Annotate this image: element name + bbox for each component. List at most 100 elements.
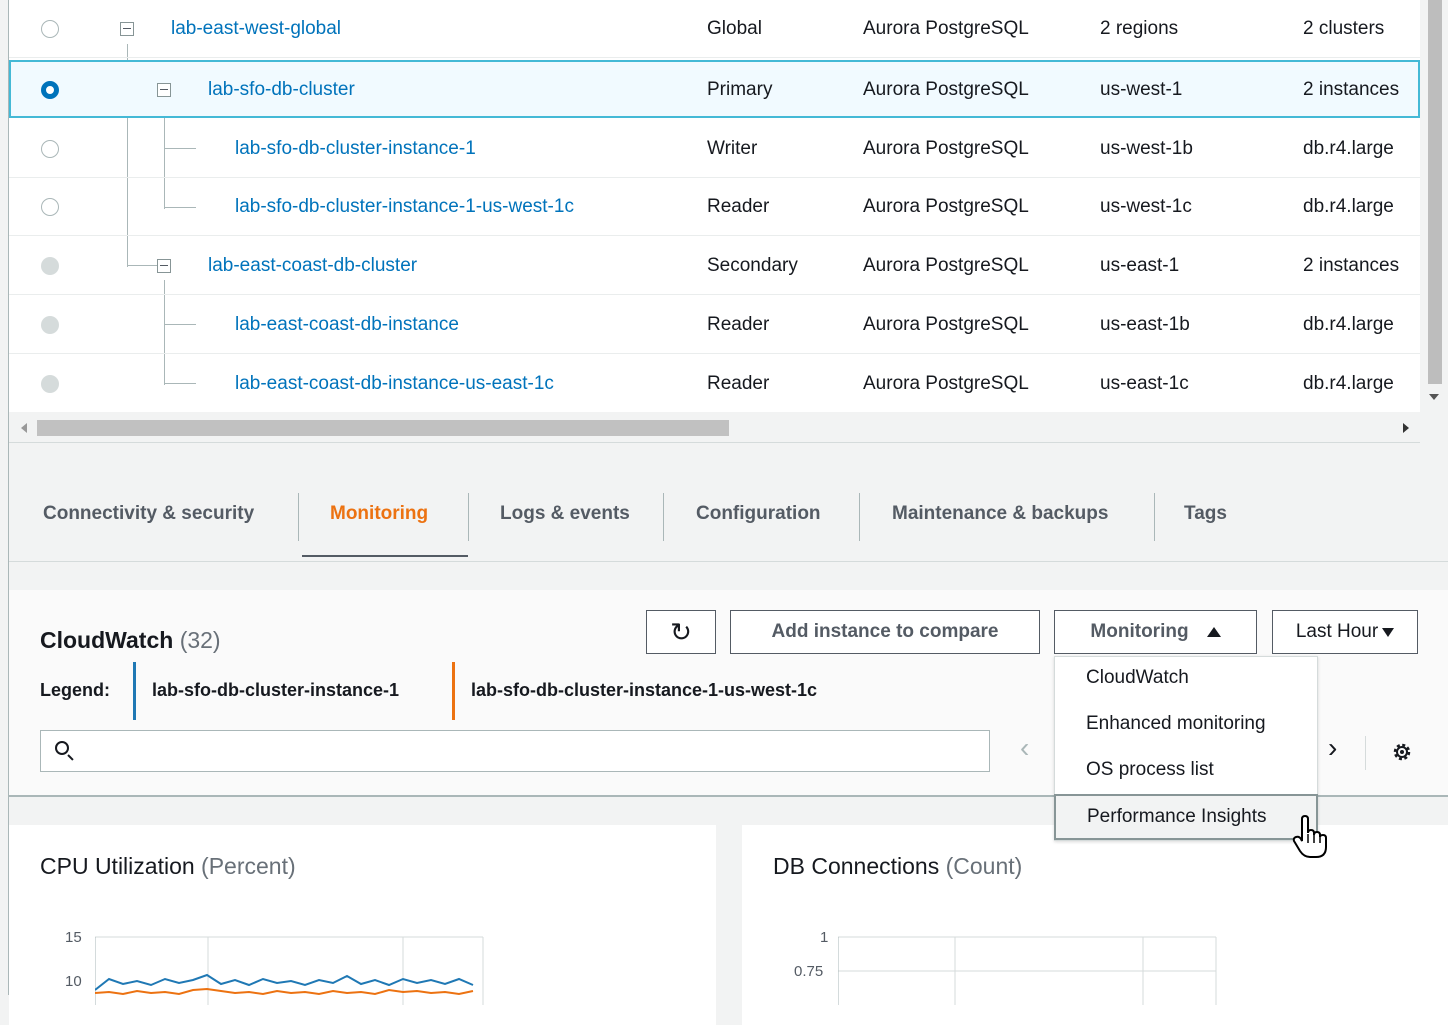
size-cell: db.r4.large bbox=[1303, 196, 1394, 217]
legend-item: lab-sfo-db-cluster-instance-1 bbox=[152, 680, 400, 700]
engine-cell: Aurora PostgreSQL bbox=[863, 373, 1029, 394]
region-cell: us-west-1 bbox=[1100, 79, 1183, 100]
engine-cell: Aurora PostgreSQL bbox=[863, 79, 1029, 100]
menu-item-enhanced-monitoring[interactable]: Enhanced monitoring bbox=[1086, 713, 1266, 735]
region-cell: us-east-1b bbox=[1100, 314, 1190, 335]
engine-cell: Aurora PostgreSQL bbox=[863, 138, 1029, 159]
settings-gear-icon[interactable] bbox=[1391, 741, 1413, 763]
chart-title-text: CPU Utilization bbox=[40, 853, 195, 879]
monitoring-dropdown-menu: CloudWatch Enhanced monitoring OS proces… bbox=[1054, 656, 1318, 841]
monitoring-dropdown-label: Monitoring bbox=[1090, 621, 1189, 642]
scrollbar-thumb[interactable] bbox=[37, 420, 729, 436]
db-connections-chart: DB Connections (Count) 1 0.75 bbox=[742, 825, 1448, 1025]
region-cell: us-west-1c bbox=[1100, 196, 1192, 217]
tab-maintenance-backups[interactable]: Maintenance & backups bbox=[892, 503, 1108, 525]
search-icon bbox=[55, 741, 69, 755]
table-row[interactable]: lab-east-coast-db-cluster Secondary Auro… bbox=[9, 237, 1420, 295]
vertical-scrollbar[interactable] bbox=[1420, 0, 1448, 412]
chart-title: DB Connections (Count) bbox=[773, 853, 1022, 880]
legend-item: lab-sfo-db-cluster-instance-1-us-west-1c bbox=[471, 680, 818, 700]
collapse-icon[interactable] bbox=[157, 259, 171, 273]
cloudwatch-title-text: CloudWatch bbox=[40, 627, 174, 653]
table-row[interactable]: lab-sfo-db-cluster-instance-1 Writer Aur… bbox=[9, 120, 1420, 178]
role-cell: Writer bbox=[707, 138, 758, 159]
menu-item-performance-insights[interactable]: Performance Insights bbox=[1054, 794, 1318, 840]
engine-cell: Aurora PostgreSQL bbox=[863, 196, 1029, 217]
detail-tabs: Connectivity & security Monitoring Logs … bbox=[9, 443, 1448, 562]
chart-title: CPU Utilization (Percent) bbox=[40, 853, 296, 880]
role-cell: Reader bbox=[707, 373, 770, 394]
horizontal-scrollbar[interactable] bbox=[9, 412, 1420, 443]
chart-title-text: DB Connections bbox=[773, 853, 940, 879]
tab-divider bbox=[298, 493, 299, 541]
db-identifier-link[interactable]: lab-east-west-global bbox=[171, 18, 341, 40]
legend-color-orange bbox=[452, 662, 455, 720]
table-row-selected[interactable]: lab-sfo-db-cluster Primary Aurora Postgr… bbox=[9, 60, 1420, 118]
region-cell: us-west-1b bbox=[1100, 138, 1193, 159]
cpu-utilization-chart: CPU Utilization (Percent) 15 10 bbox=[9, 825, 716, 1025]
y-tick-label: 0.75 bbox=[794, 963, 824, 980]
table-row[interactable]: lab-east-west-global Global Aurora Postg… bbox=[9, 0, 1420, 58]
row-radio-checked[interactable] bbox=[41, 81, 59, 99]
monitoring-dropdown-button[interactable]: Monitoring bbox=[1054, 610, 1257, 654]
scroll-down-icon[interactable] bbox=[1429, 394, 1439, 400]
size-cell: db.r4.large bbox=[1303, 314, 1394, 335]
db-identifier-link[interactable]: lab-sfo-db-cluster bbox=[208, 79, 355, 101]
tab-connectivity-security[interactable]: Connectivity & security bbox=[43, 503, 254, 525]
legend-label: Legend: bbox=[40, 680, 110, 700]
tab-divider bbox=[663, 493, 664, 541]
next-page-icon[interactable]: › bbox=[1328, 732, 1337, 764]
db-identifier-link[interactable]: lab-east-coast-db-cluster bbox=[208, 255, 417, 277]
refresh-button[interactable]: ↻ bbox=[646, 610, 716, 654]
tab-monitoring[interactable]: Monitoring bbox=[330, 503, 428, 525]
scroll-right-icon[interactable] bbox=[1403, 423, 1409, 433]
divider bbox=[1365, 736, 1366, 770]
scroll-left-icon[interactable] bbox=[21, 423, 27, 433]
db-identifier-link[interactable]: lab-sfo-db-cluster-instance-1-us-west-1c bbox=[235, 196, 574, 218]
table-row[interactable]: lab-east-coast-db-instance-us-east-1c Re… bbox=[9, 355, 1420, 413]
size-cell: 2 instances bbox=[1303, 79, 1400, 100]
row-radio-disabled bbox=[41, 375, 59, 393]
engine-cell: Aurora PostgreSQL bbox=[863, 314, 1029, 335]
row-radio-disabled bbox=[41, 316, 59, 334]
menu-item-cloudwatch[interactable]: CloudWatch bbox=[1086, 667, 1189, 689]
role-cell: Reader bbox=[707, 314, 770, 335]
collapse-icon[interactable] bbox=[157, 83, 171, 97]
add-instance-compare-button[interactable]: Add instance to compare bbox=[730, 610, 1040, 654]
db-identifier-link[interactable]: lab-sfo-db-cluster-instance-1 bbox=[235, 138, 476, 160]
chart-unit: (Count) bbox=[945, 853, 1023, 879]
table-row[interactable]: lab-east-coast-db-instance Reader Aurora… bbox=[9, 296, 1420, 354]
previous-page-icon[interactable]: ‹ bbox=[1020, 732, 1029, 764]
tab-divider bbox=[859, 493, 860, 541]
tab-tags[interactable]: Tags bbox=[1184, 503, 1227, 525]
size-cell: db.r4.large bbox=[1303, 373, 1394, 394]
role-cell: Secondary bbox=[707, 255, 798, 276]
size-cell: db.r4.large bbox=[1303, 138, 1394, 159]
scrollbar-thumb[interactable] bbox=[1428, 0, 1442, 384]
row-radio[interactable] bbox=[41, 20, 59, 38]
db-identifier-link[interactable]: lab-east-coast-db-instance-us-east-1c bbox=[235, 373, 554, 395]
table-row[interactable]: lab-sfo-db-cluster-instance-1-us-west-1c… bbox=[9, 178, 1420, 236]
chart-unit: (Percent) bbox=[201, 853, 296, 879]
tab-configuration[interactable]: Configuration bbox=[696, 503, 821, 525]
y-tick-label: 10 bbox=[65, 973, 82, 990]
caret-down-icon bbox=[1382, 627, 1395, 637]
metric-search-input[interactable] bbox=[40, 730, 990, 772]
size-cell: 2 instances bbox=[1303, 255, 1400, 276]
caret-up-icon bbox=[1206, 627, 1221, 637]
menu-item-os-process-list[interactable]: OS process list bbox=[1086, 759, 1214, 781]
tab-divider bbox=[468, 493, 469, 541]
active-tab-indicator bbox=[302, 555, 468, 557]
row-radio[interactable] bbox=[41, 198, 59, 216]
time-range-select[interactable]: Last Hour bbox=[1272, 610, 1418, 654]
row-radio[interactable] bbox=[41, 140, 59, 158]
db-identifier-link[interactable]: lab-east-coast-db-instance bbox=[235, 314, 459, 336]
region-cell: us-east-1 bbox=[1100, 255, 1180, 276]
collapse-icon[interactable] bbox=[120, 22, 134, 36]
region-cell: 2 regions bbox=[1100, 18, 1179, 39]
databases-table: lab-east-west-global Global Aurora Postg… bbox=[9, 0, 1420, 412]
engine-cell: Aurora PostgreSQL bbox=[863, 18, 1029, 39]
tab-logs-events[interactable]: Logs & events bbox=[500, 503, 630, 525]
refresh-icon: ↻ bbox=[670, 616, 692, 647]
size-cell: 2 clusters bbox=[1303, 18, 1385, 39]
